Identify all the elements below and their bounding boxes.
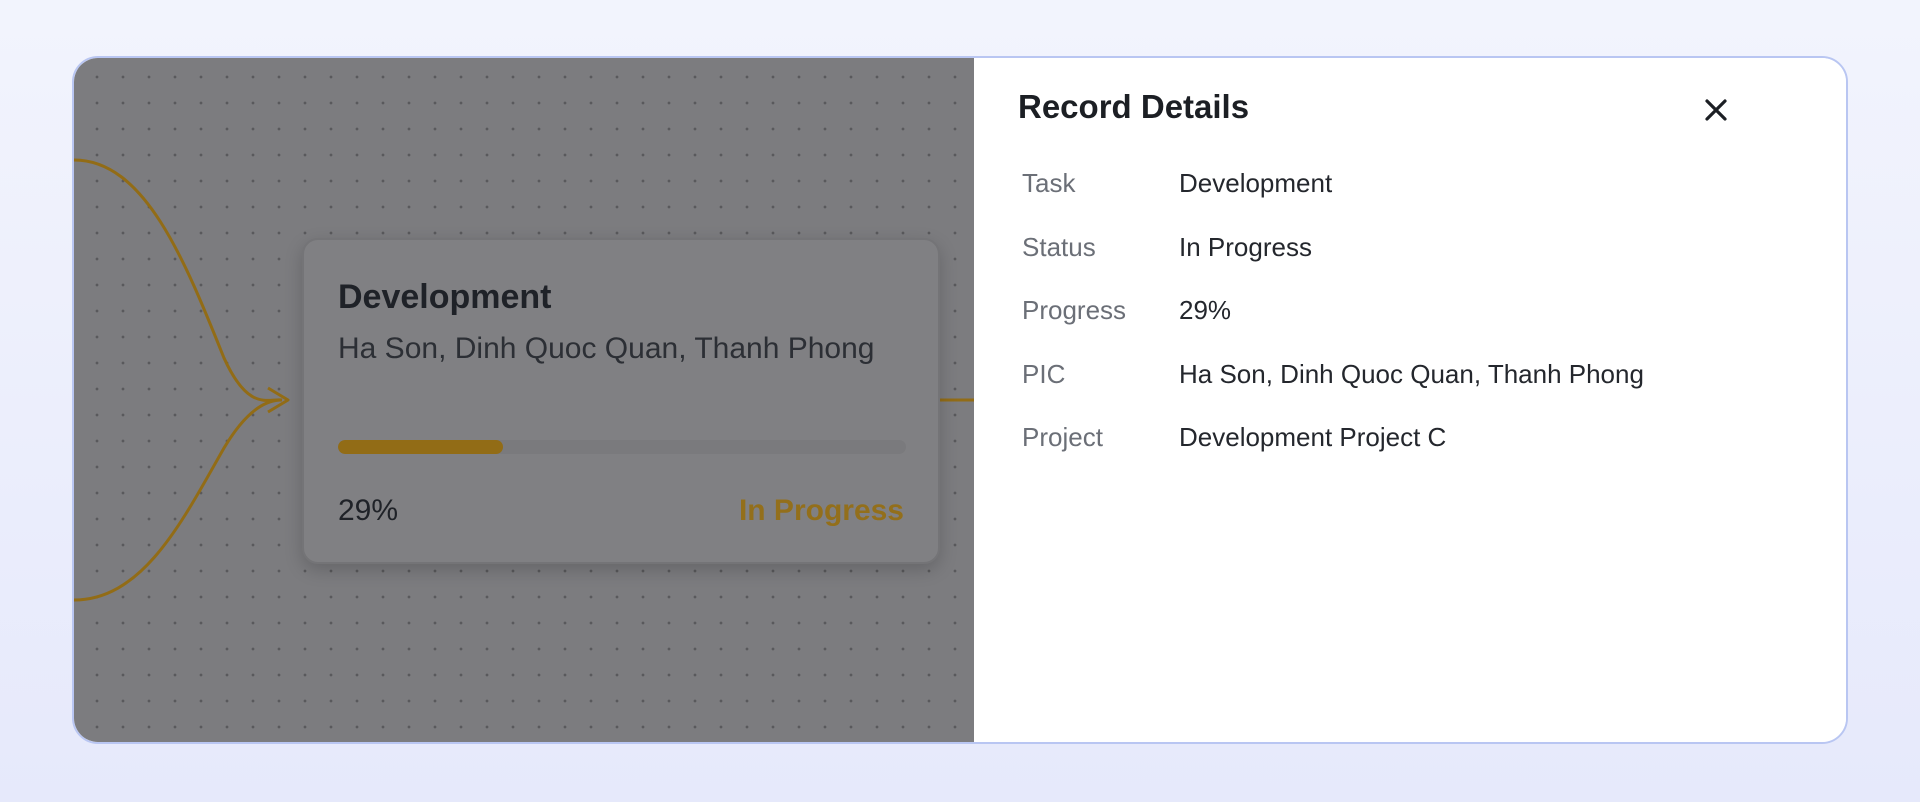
- detail-value: Development Project C: [1179, 422, 1447, 452]
- detail-label: Progress: [1022, 295, 1127, 325]
- detail-value: In Progress: [1179, 231, 1312, 262]
- detail-value: 29%: [1179, 295, 1232, 325]
- detail-row-project: Project Development Project C: [1022, 422, 1644, 486]
- detail-label: PIC: [1022, 358, 1066, 389]
- detail-value: Ha Son, Dinh Quoc Quan, Thanh Phong: [1179, 358, 1644, 389]
- detail-label: Project: [1022, 422, 1103, 452]
- close-button[interactable]: [1694, 88, 1738, 132]
- node-status: In Progress: [738, 494, 904, 527]
- app-frame: Development Ha Son, Dinh Quoc Quan, Than…: [72, 56, 1848, 744]
- node-progress-fill: [338, 440, 503, 454]
- detail-label: Task: [1022, 168, 1076, 198]
- incoming-edge-top[interactable]: [74, 158, 283, 402]
- node-pic: Ha Son, Dinh Quoc Quan, Thanh Phong: [338, 332, 875, 365]
- detail-value: Development: [1179, 168, 1333, 198]
- detail-row-pic: PIC Ha Son, Dinh Quoc Quan, Thanh Phong: [1022, 359, 1644, 423]
- record-details-panel: Record Details Task Development Status I…: [974, 58, 1846, 742]
- node-title: Development: [338, 278, 552, 316]
- detail-label: Status: [1022, 231, 1096, 262]
- node-progress-text: 29%: [338, 494, 399, 527]
- flow-canvas[interactable]: Development Ha Son, Dinh Quoc Quan, Than…: [74, 58, 974, 742]
- node-progress-bar: [338, 440, 906, 454]
- close-icon: [1705, 99, 1727, 121]
- detail-row-status: Status In Progress: [1022, 232, 1644, 296]
- panel-title: Record Details: [1018, 88, 1250, 125]
- detail-row-progress: Progress 29%: [1022, 295, 1644, 359]
- detail-row-task: Task Development: [1022, 168, 1644, 232]
- incoming-edge-bottom[interactable]: [74, 398, 283, 602]
- task-node-card[interactable]: Development Ha Son, Dinh Quoc Quan, Than…: [302, 238, 940, 564]
- details-list: Task Development Status In Progress Prog…: [1022, 168, 1644, 486]
